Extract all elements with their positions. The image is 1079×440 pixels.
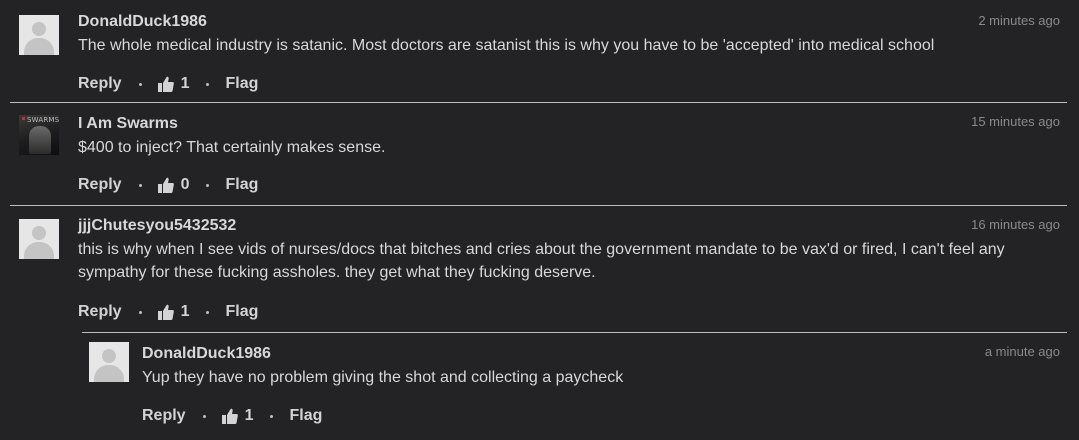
- avatar-body-shape: [24, 38, 54, 55]
- comment-text: The whole medical industry is satanic. M…: [78, 37, 935, 54]
- comment-timestamp: 2 minutes ago: [978, 13, 1060, 28]
- comment-text: $400 to inject? That certainly makes sen…: [78, 139, 386, 156]
- like-button[interactable]: 1: [221, 407, 254, 425]
- reply-button[interactable]: Reply: [78, 176, 122, 194]
- comment-actions: Reply 1 Flag: [78, 74, 258, 94]
- separator-dot: [206, 310, 210, 314]
- comment-username[interactable]: DonaldDuck1986: [78, 13, 207, 31]
- separator-dot: [138, 183, 142, 187]
- like-count: 1: [244, 407, 254, 424]
- flag-button[interactable]: Flag: [289, 407, 322, 425]
- separator-dot: [206, 82, 210, 86]
- comment-actions: Reply 1 Flag: [78, 302, 258, 322]
- avatar-body-shape: [94, 365, 124, 382]
- avatar-figure: [29, 126, 51, 154]
- avatar-body-shape: [24, 242, 54, 259]
- avatar-head-shape: [32, 226, 46, 240]
- reply-button[interactable]: Reply: [78, 75, 122, 93]
- thumbs-up-icon[interactable]: [221, 408, 238, 424]
- reply-divider: [82, 332, 1067, 333]
- avatar-head-shape: [32, 22, 46, 36]
- comment-actions: Reply 0 Flag: [78, 175, 258, 195]
- comment-divider: [10, 102, 1067, 103]
- separator-dot: [202, 414, 206, 418]
- user-avatar[interactable]: [19, 15, 59, 55]
- user-avatar[interactable]: [89, 342, 129, 382]
- like-button[interactable]: 1: [157, 75, 190, 93]
- comment-username[interactable]: DonaldDuck1986: [142, 345, 271, 363]
- separator-dot: [138, 310, 142, 314]
- comment-username[interactable]: I Am Swarms: [78, 115, 178, 133]
- comment-username[interactable]: jjjChutesyou5432532: [78, 217, 236, 235]
- user-avatar[interactable]: SWARMS: [19, 115, 59, 155]
- like-button[interactable]: 0: [157, 176, 190, 194]
- like-count: 1: [180, 75, 190, 92]
- flag-button[interactable]: Flag: [225, 75, 258, 93]
- separator-dot: [138, 82, 142, 86]
- flag-button[interactable]: Flag: [225, 303, 258, 321]
- avatar-head-shape: [102, 349, 116, 363]
- comment-timestamp: a minute ago: [984, 344, 1060, 359]
- comment-actions: Reply 1 Flag: [142, 406, 322, 426]
- user-avatar[interactable]: [19, 219, 59, 259]
- comment-divider: [10, 205, 1067, 206]
- comment-thread: DonaldDuck1986 2 minutes ago The whole m…: [0, 0, 1079, 440]
- like-count: 0: [180, 176, 190, 193]
- thumbs-up-icon[interactable]: [157, 177, 174, 193]
- separator-dot: [206, 183, 210, 187]
- comment-timestamp: 15 minutes ago: [971, 114, 1060, 129]
- like-button[interactable]: 1: [157, 303, 190, 321]
- like-count: 1: [180, 303, 190, 320]
- thumbs-up-icon[interactable]: [157, 304, 174, 320]
- heart-icon: [22, 117, 25, 120]
- comment-text: Yup they have no problem giving the shot…: [142, 369, 624, 386]
- reply-button[interactable]: Reply: [78, 303, 122, 321]
- flag-button[interactable]: Flag: [225, 176, 258, 194]
- thumbs-up-icon[interactable]: [157, 76, 174, 92]
- separator-dot: [270, 414, 274, 418]
- avatar-logo-text: SWARMS: [27, 116, 59, 124]
- reply-button[interactable]: Reply: [142, 407, 186, 425]
- comment-timestamp: 16 minutes ago: [971, 217, 1060, 232]
- comment-text: this is why when I see vids of nurses/do…: [78, 241, 1005, 281]
